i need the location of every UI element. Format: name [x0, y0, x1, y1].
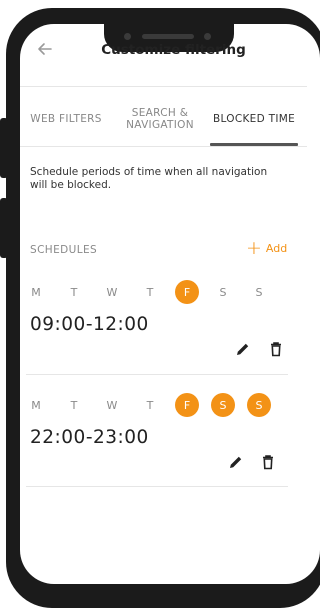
tab-label: SEARCH & [131, 107, 189, 119]
day-sunday: S [247, 393, 271, 417]
day-thursday: T [146, 398, 154, 412]
plus-icon: + [246, 237, 262, 259]
day-saturday: S [219, 285, 227, 299]
tab-label: BLOCKED TIME [212, 113, 296, 125]
add-schedule-button[interactable]: + Add [246, 237, 288, 259]
day-wednesday: W [106, 285, 118, 299]
side-button [0, 198, 8, 258]
schedule-time: 09:00-12:00 [30, 314, 149, 335]
day-wednesday: W [106, 398, 118, 412]
schedule-divider [26, 374, 288, 375]
schedules-heading: SCHEDULES [30, 244, 98, 256]
tabs-divider [20, 146, 307, 147]
day-tuesday: T [70, 398, 78, 412]
trash-icon[interactable] [260, 454, 276, 470]
pencil-icon[interactable] [235, 341, 251, 357]
add-label: Add [265, 241, 288, 255]
page-title: Customize filtering [101, 42, 246, 58]
tab-web-filters[interactable]: WEB FILTERS [24, 96, 108, 142]
day-monday: M [31, 398, 41, 412]
tab-search-navigation[interactable]: SEARCH & NAVIGATION [118, 96, 202, 142]
tab-label: NAVIGATION [126, 119, 194, 131]
trash-icon[interactable] [268, 341, 284, 357]
day-friday: F [175, 280, 199, 304]
day-monday: M [31, 285, 41, 299]
schedule-divider [26, 486, 288, 487]
schedule-time: 22:00-23:00 [30, 427, 149, 448]
header-divider [20, 86, 307, 87]
day-friday: F [175, 393, 199, 417]
day-thursday: T [146, 285, 154, 299]
side-button [0, 118, 8, 178]
pencil-icon[interactable] [228, 454, 244, 470]
day-sunday: S [255, 285, 263, 299]
top-bar: Customize filtering [20, 28, 307, 72]
day-saturday: S [211, 393, 235, 417]
tab-label: WEB FILTERS [30, 113, 102, 125]
tab-blocked-time[interactable]: BLOCKED TIME [208, 96, 300, 142]
day-tuesday: T [70, 285, 78, 299]
blocked-time-description: Schedule periods of time when all naviga… [30, 166, 268, 191]
